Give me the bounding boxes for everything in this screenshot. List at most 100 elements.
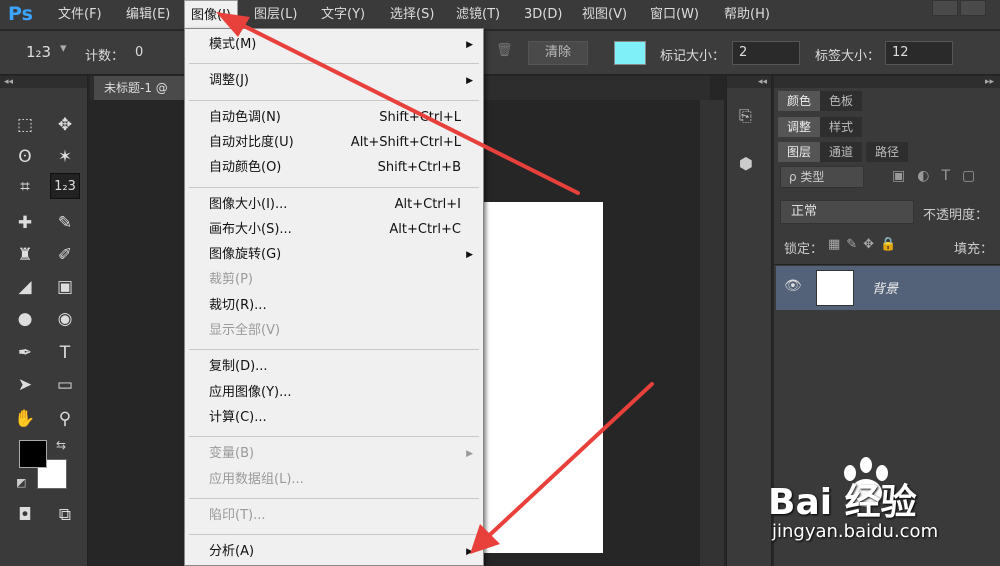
label-size-input[interactable]: 12 <box>885 41 953 65</box>
lock-icons[interactable]: ▦✎✥🔒 <box>828 237 902 252</box>
history-brush-icon[interactable]: ✐ <box>52 242 78 268</box>
submenu-arrow-icon: ▶ <box>466 76 473 87</box>
foreground-color-swatch[interactable] <box>19 440 47 468</box>
menu-item[interactable]: 画布大小(S)... Alt+Ctrl+C <box>185 218 483 242</box>
marker-color-swatch[interactable] <box>614 41 646 65</box>
menu-item-label: 应用数据组(L)... <box>209 471 304 487</box>
menu-7[interactable]: 3D(D) <box>518 0 568 30</box>
count-tool-preset[interactable]: 1₂3 <box>26 43 51 61</box>
menu-9[interactable]: 窗口(W) <box>644 0 705 30</box>
menu-item[interactable]: 自动色调(N) Shift+Ctrl+L <box>185 106 483 130</box>
vertical-scrollbar[interactable] <box>700 100 724 566</box>
crop-tool-icon[interactable]: ⌗ <box>12 174 38 200</box>
tab-swatches[interactable]: 色板 <box>820 91 863 111</box>
swap-colors-icon[interactable]: ⇆ <box>56 438 66 452</box>
menu-item[interactable]: 模式(M) ▶ <box>185 33 483 57</box>
trash-icon[interactable]: 🗑 <box>496 43 513 58</box>
magic-wand-icon[interactable]: ✶ <box>52 144 78 170</box>
pen-tool-icon[interactable]: ✒ <box>12 340 38 366</box>
stamp-tool-icon[interactable]: ♜ <box>12 242 38 268</box>
visibility-eye-icon[interactable]: 👁 <box>784 278 802 294</box>
lasso-tool-icon[interactable]: ʘ <box>12 144 38 170</box>
menu-item: 陷印(T)... <box>185 504 483 528</box>
menu-6[interactable]: 滤镜(T) <box>450 0 506 30</box>
menu-5[interactable]: 选择(S) <box>384 0 440 30</box>
menu-item-label: 裁切(R)... <box>209 297 267 313</box>
layer-row-background[interactable]: 👁 背景 <box>776 266 1000 310</box>
rectangle-tool-icon[interactable]: ▭ <box>52 372 78 398</box>
clear-button[interactable]: 清除 <box>528 41 588 65</box>
marker-size-label: 标记大小： <box>660 49 726 64</box>
maximize-button[interactable] <box>960 0 986 16</box>
menu-separator <box>189 497 479 499</box>
minimize-button[interactable] <box>932 0 958 16</box>
sponge-tool-icon[interactable]: ◉ <box>52 306 78 332</box>
zoom-tool-icon[interactable]: ⚲ <box>52 406 78 432</box>
quick-mask-icon[interactable]: ◘ <box>12 502 38 528</box>
history-panel-icon[interactable]: ⎘ <box>739 106 752 126</box>
blend-mode-select[interactable]: 正常 <box>780 200 914 224</box>
menu-1[interactable]: 编辑(E) <box>120 0 176 30</box>
count-tool-icon[interactable]: 1₂3 <box>50 173 80 199</box>
menu-item-label: 裁剪(P) <box>209 272 253 288</box>
screen-mode-icon[interactable]: ⧉ <box>52 502 78 528</box>
hand-tool-icon[interactable]: ✋ <box>12 406 38 432</box>
menu-2[interactable]: 图像(I) <box>184 0 238 30</box>
count-label: 计数： <box>85 49 125 64</box>
submenu-arrow-icon: ▶ <box>466 40 473 50</box>
tab-adjustments[interactable]: 调整 <box>778 117 821 137</box>
menu-item[interactable]: 调整(J) ▶ <box>185 69 483 93</box>
gradient-tool-icon[interactable]: ▣ <box>52 274 78 300</box>
3d-panel-icon[interactable]: ⬢ <box>739 154 753 173</box>
menu-item: 应用数据组(L)... <box>185 468 483 492</box>
tab-layers[interactable]: 图层 <box>778 142 821 162</box>
tab-styles[interactable]: 样式 <box>820 117 863 137</box>
panel-collapse-icon[interactable]: ▸▸ <box>774 76 1000 88</box>
type-tool-icon[interactable]: T <box>52 340 78 366</box>
menu-item-label: 陷印(T)... <box>209 507 266 523</box>
menu-3[interactable]: 图层(L) <box>248 0 303 30</box>
chevron-down-icon[interactable]: ▾ <box>60 41 67 56</box>
tab-paths[interactable]: 路径 <box>866 142 909 162</box>
eraser-tool-icon[interactable]: ◢ <box>12 274 38 300</box>
menu-item[interactable]: 图像大小(I)... Alt+Ctrl+I <box>185 193 483 217</box>
menu-item[interactable]: 计算(C)... <box>185 406 483 430</box>
layer-filter-icons[interactable]: ▣◐T▢ <box>892 168 987 184</box>
menu-item-shortcut: Alt+Ctrl+I <box>394 196 461 212</box>
brush-tool-icon[interactable]: ✎ <box>52 210 78 236</box>
marker-size-input[interactable]: 2 <box>732 41 800 65</box>
submenu-arrow-icon: ▶ <box>466 250 473 261</box>
menu-separator <box>189 534 479 536</box>
tab-color[interactable]: 颜色 <box>778 91 821 111</box>
document-canvas[interactable] <box>484 202 603 553</box>
label-size-label: 标签大小： <box>815 49 881 64</box>
panel-expand-icon[interactable]: ◂◂ <box>727 76 771 88</box>
menu-item[interactable]: 应用图像(Y)... <box>185 381 483 405</box>
menu-8[interactable]: 视图(V) <box>576 0 633 30</box>
default-colors-icon[interactable]: ◩ <box>16 476 26 489</box>
menu-item[interactable]: 自动颜色(O) Shift+Ctrl+B <box>185 156 483 180</box>
path-select-icon[interactable]: ➤ <box>12 372 38 398</box>
menu-10[interactable]: 帮助(H) <box>718 0 776 30</box>
healing-brush-icon[interactable]: ✚ <box>12 210 38 236</box>
panel-collapse-icon[interactable]: ◂◂ <box>0 76 87 88</box>
menu-4[interactable]: 文字(Y) <box>315 0 371 30</box>
document-tab[interactable]: 未标题-1 @ <box>94 76 184 100</box>
blur-tool-icon[interactable]: ● <box>12 306 38 332</box>
move-tool-icon[interactable]: ✥ <box>52 112 78 138</box>
menu-item[interactable]: 分析(A) ▶ <box>185 540 483 564</box>
fill-label: 填充： <box>954 242 994 257</box>
menu-item[interactable]: 图像旋转(G) ▶ <box>185 243 483 267</box>
tab-channels[interactable]: 通道 <box>820 142 863 162</box>
layer-kind-filter[interactable]: ρ 类型 <box>780 166 864 188</box>
menu-separator <box>189 436 479 438</box>
menu-separator <box>189 99 479 101</box>
menu-item[interactable]: 自动对比度(U) Alt+Shift+Ctrl+L <box>185 131 483 155</box>
marquee-tool-icon[interactable]: ⬚ <box>12 112 38 138</box>
menu-item[interactable]: 复制(D)... <box>185 355 483 379</box>
menu-item-shortcut: Shift+Ctrl+L <box>379 109 461 125</box>
photoshop-logo: Ps <box>8 3 33 25</box>
menu-0[interactable]: 文件(F) <box>52 0 108 30</box>
menu-item[interactable]: 裁切(R)... <box>185 294 483 318</box>
menu-item-label: 图像旋转(G) <box>209 247 282 263</box>
